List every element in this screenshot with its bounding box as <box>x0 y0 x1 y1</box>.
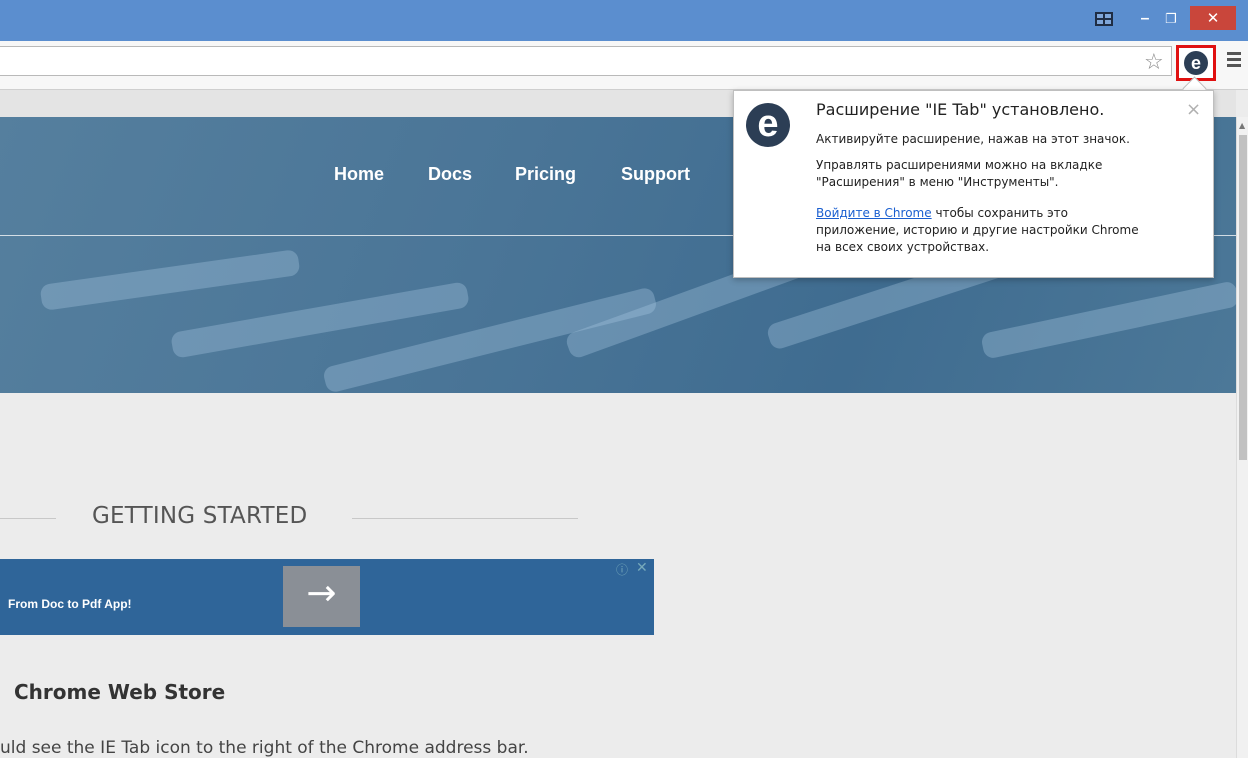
ad-close-icon[interactable]: ✕ <box>636 560 648 576</box>
chrome-web-store-heading: Chrome Web Store <box>14 680 226 704</box>
minimize-button[interactable]: – <box>1134 8 1156 30</box>
browser-toolbar <box>0 41 1248 90</box>
chrome-menu-icon[interactable] <box>1227 52 1241 70</box>
popup-activate-text: Активируйте расширение, нажав на этот зн… <box>816 132 1130 146</box>
ie-tab-logo-icon: e <box>746 103 790 147</box>
ad-info-icon[interactable]: ⓘ <box>616 561 628 578</box>
bookmark-star-icon[interactable]: ☆ <box>1144 50 1164 76</box>
restore-button[interactable]: ❐ <box>1160 8 1182 30</box>
popup-signin-text-1: чтобы сохранить это <box>931 206 1069 220</box>
getting-started-heading: GETTING STARTED <box>92 503 308 529</box>
popup-signin-text-3: на всех своих устройствах. <box>816 240 990 254</box>
nav-pricing-link[interactable]: Pricing <box>515 164 576 185</box>
extension-installed-popup: e Расширение "IE Tab" установлено. × Акт… <box>733 90 1214 278</box>
signin-chrome-link[interactable]: Войдите в Chrome <box>816 206 932 220</box>
address-bar[interactable] <box>0 46 1172 76</box>
popup-title: Расширение "IE Tab" установлено. <box>816 100 1105 119</box>
ad-arrow-button[interactable]: → <box>283 566 360 627</box>
grid-app-icon[interactable] <box>1094 8 1114 30</box>
scroll-thumb[interactable] <box>1239 135 1247 460</box>
popup-manage-text-1: Управлять расширениями можно на вкладке <box>816 158 1103 172</box>
ie-tab-icon: e <box>1184 51 1208 75</box>
instruction-text: uld see the IE Tab icon to the right of … <box>0 738 529 758</box>
heading-rule-left <box>0 518 56 519</box>
nav-home-link[interactable]: Home <box>334 164 384 185</box>
close-window-button[interactable]: ✕ <box>1190 6 1236 30</box>
heading-rule-right <box>352 518 578 519</box>
ad-banner[interactable]: From Doc to Pdf App! → ⓘ ✕ <box>0 559 654 635</box>
nav-support-link[interactable]: Support <box>621 164 690 185</box>
ad-text[interactable]: From Doc to Pdf App! <box>8 597 132 611</box>
window-titlebar <box>0 0 1248 41</box>
ie-tab-extension-button[interactable]: e <box>1176 45 1216 81</box>
scroll-up-arrow-icon[interactable]: ▲ <box>1239 121 1245 130</box>
popup-manage-text-2: "Расширения" в меню "Инструменты". <box>816 175 1059 189</box>
popup-close-button[interactable]: × <box>1186 99 1201 120</box>
popup-signin-text-2: приложение, историю и другие настройки C… <box>816 223 1139 237</box>
page-scrollbar[interactable]: ▲ <box>1236 117 1248 758</box>
nav-docs-link[interactable]: Docs <box>428 164 472 185</box>
popup-signin-line: Войдите в Chrome чтобы сохранить это <box>816 205 1068 222</box>
